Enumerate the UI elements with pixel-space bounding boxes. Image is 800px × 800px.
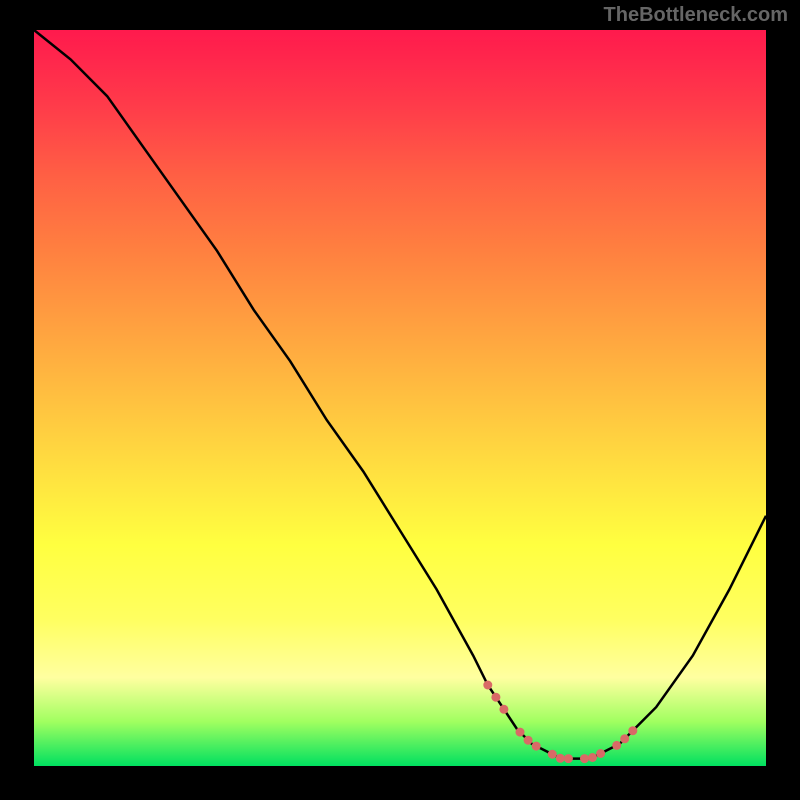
chart-svg xyxy=(34,30,766,766)
curve-layer xyxy=(34,30,766,759)
valley-dot xyxy=(516,728,525,737)
valley-dot xyxy=(532,742,541,751)
valley-dot xyxy=(524,736,533,745)
valley-dot xyxy=(588,753,597,762)
watermark-text: TheBottleneck.com xyxy=(604,4,788,27)
valley-dot xyxy=(564,754,573,763)
valley-dot xyxy=(580,754,589,763)
valley-dot xyxy=(499,705,508,714)
valley-dot xyxy=(491,693,500,702)
valley-dot xyxy=(612,741,621,750)
bottleneck-curve xyxy=(34,30,766,759)
valley-dot xyxy=(483,681,492,690)
dots-layer xyxy=(483,681,637,764)
valley-dot xyxy=(596,749,605,758)
valley-dot xyxy=(556,754,565,763)
valley-dot xyxy=(548,750,557,759)
valley-dot xyxy=(620,734,629,743)
valley-dot xyxy=(628,726,637,735)
